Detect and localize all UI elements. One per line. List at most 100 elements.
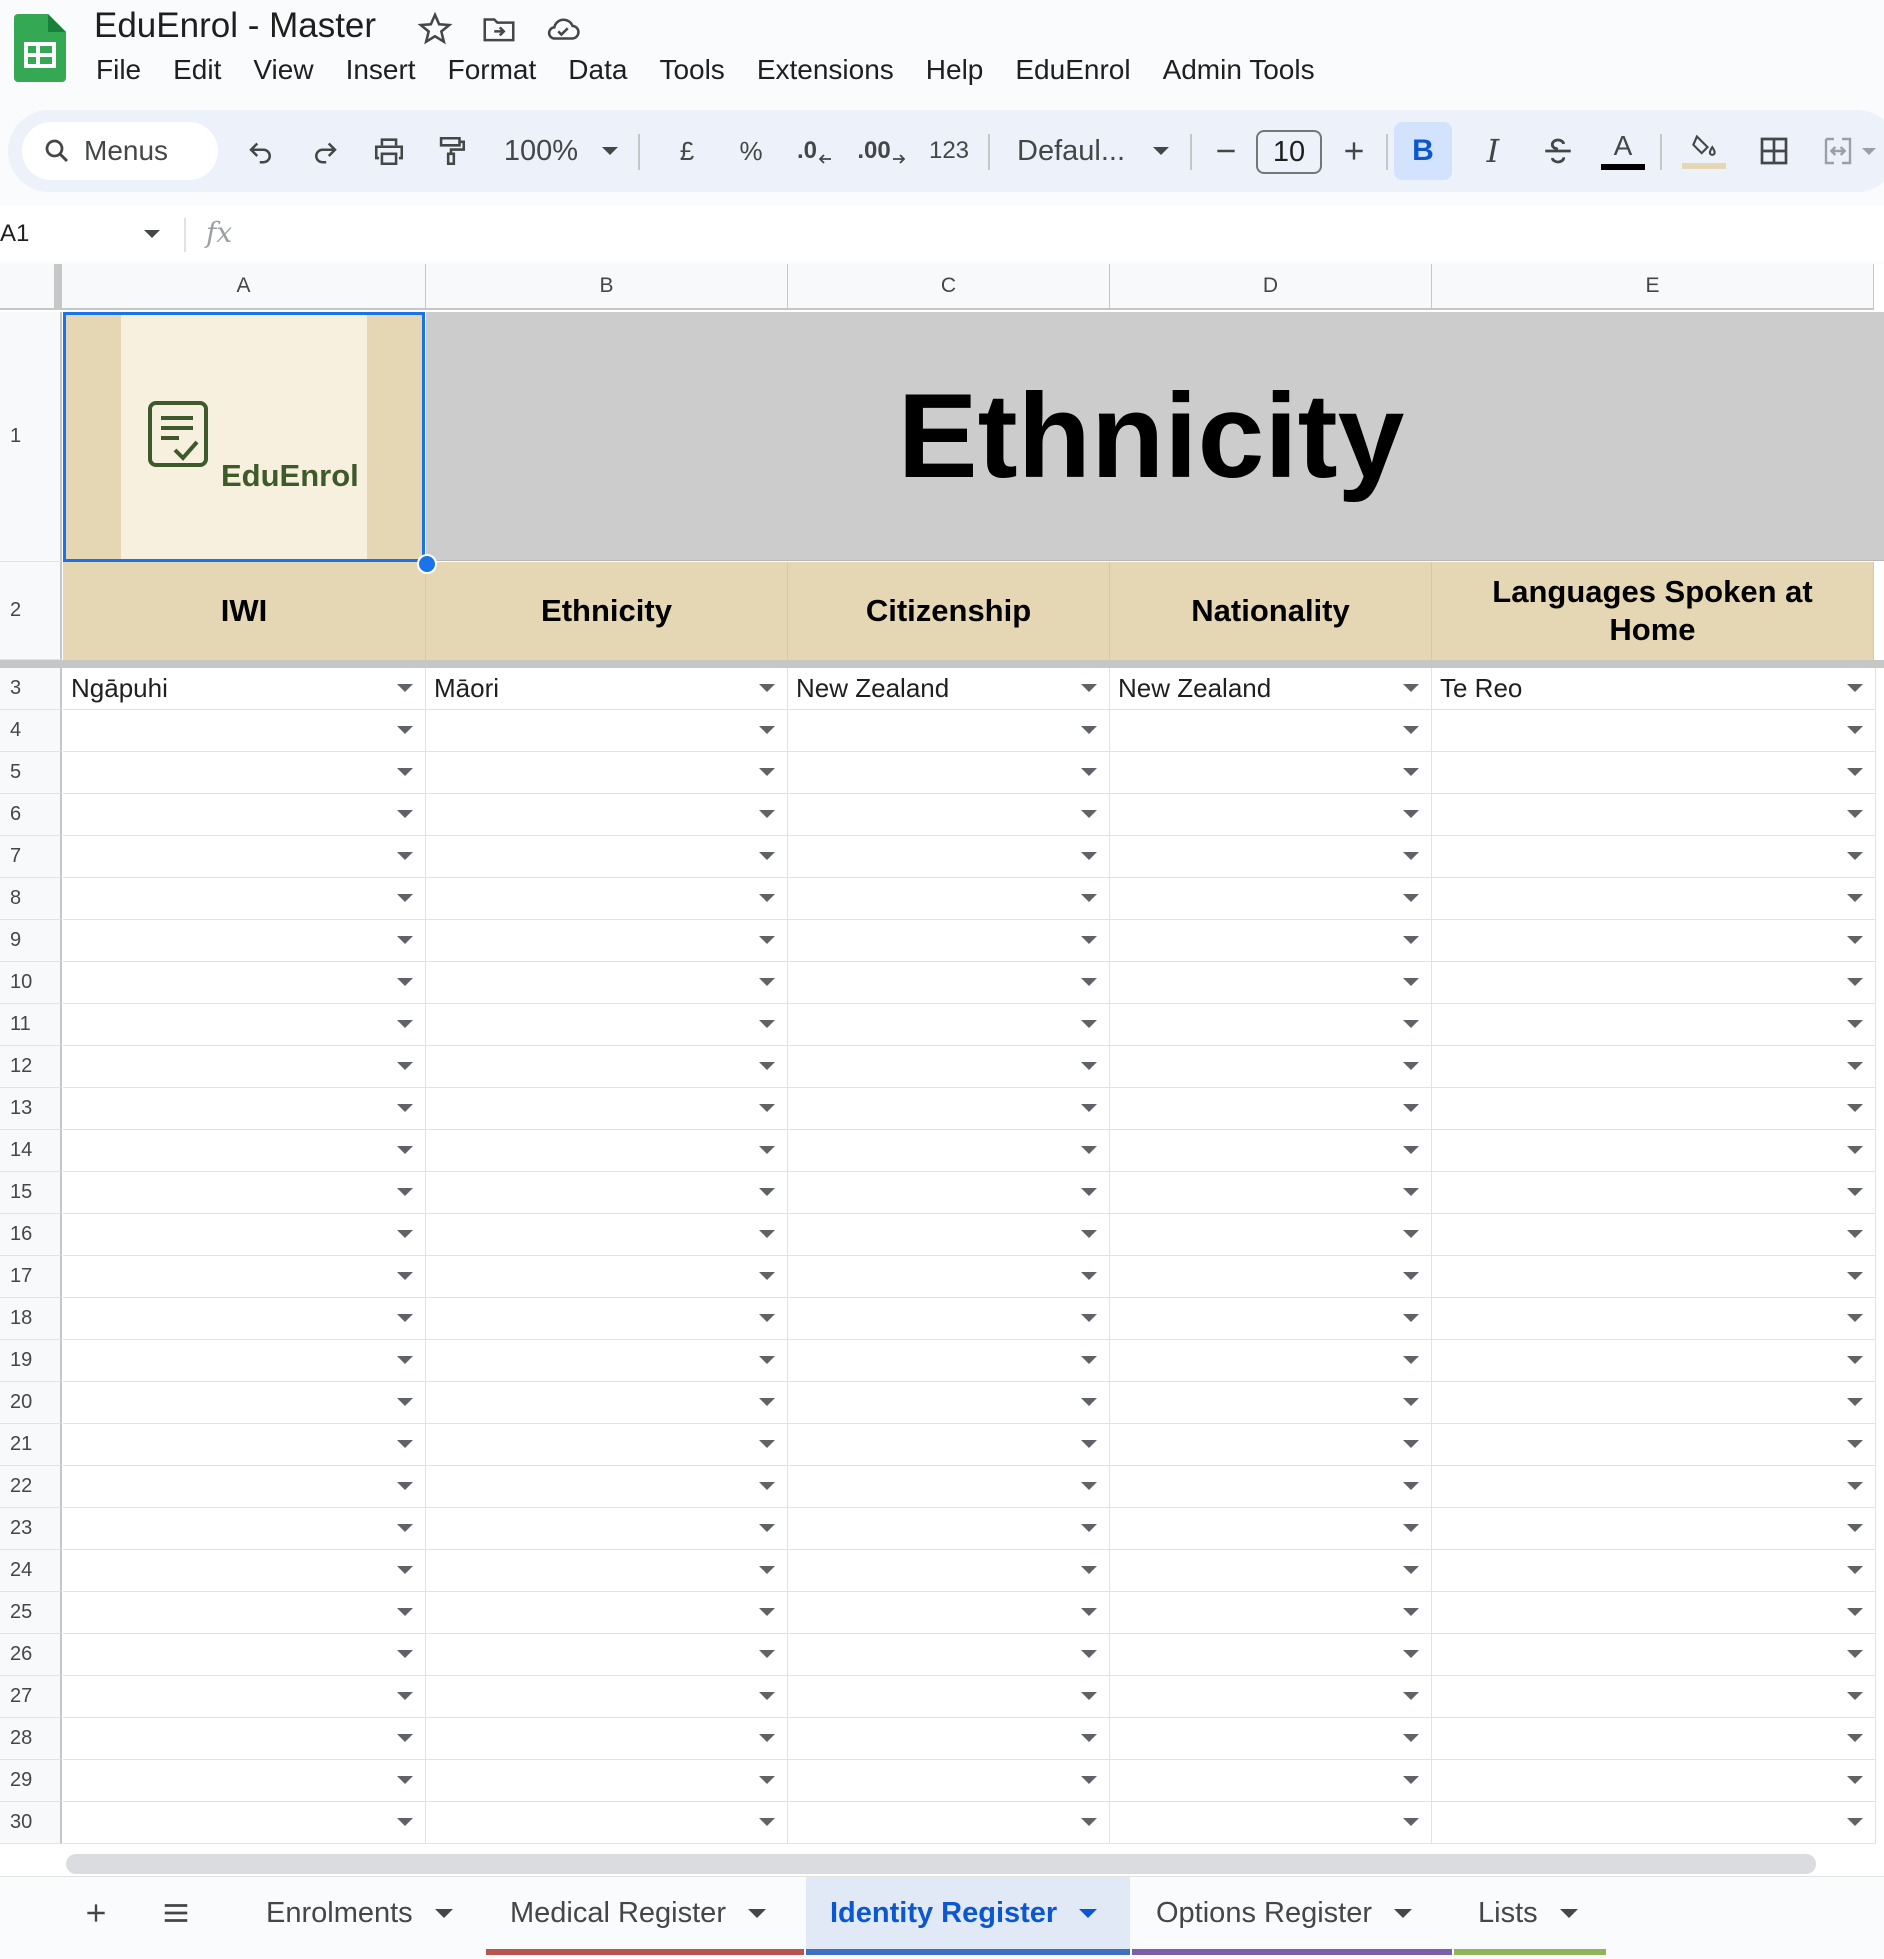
column-header-d[interactable]: D xyxy=(1110,264,1432,310)
dropdown-cell-ethnicity[interactable] xyxy=(426,1004,788,1046)
frozen-rows-divider[interactable] xyxy=(0,660,1884,668)
dropdown-arrow-icon[interactable] xyxy=(397,1524,413,1532)
dropdown-arrow-icon[interactable] xyxy=(1081,810,1097,818)
dropdown-arrow-icon[interactable] xyxy=(1081,1062,1097,1070)
header-cell-ethnicity[interactable]: Ethnicity xyxy=(426,562,788,660)
dropdown-arrow-icon[interactable] xyxy=(397,1482,413,1490)
dropdown-cell-citizenship[interactable] xyxy=(788,1214,1110,1256)
column-header-e[interactable]: E xyxy=(1432,264,1874,310)
menu-view[interactable]: View xyxy=(237,50,329,96)
dropdown-cell-nationality[interactable]: New Zealand xyxy=(1110,668,1432,710)
star-icon[interactable] xyxy=(416,10,454,48)
dropdown-cell-citizenship[interactable] xyxy=(788,1634,1110,1676)
dropdown-arrow-icon[interactable] xyxy=(759,726,775,734)
sheet-tab-lists[interactable]: Lists xyxy=(1454,1877,1606,1955)
dropdown-cell-citizenship[interactable] xyxy=(788,1424,1110,1466)
dropdown-arrow-icon[interactable] xyxy=(397,1020,413,1028)
dropdown-cell-citizenship[interactable] xyxy=(788,1298,1110,1340)
move-folder-icon[interactable] xyxy=(480,10,518,48)
dropdown-arrow-icon[interactable] xyxy=(1081,684,1097,692)
dropdown-cell-languages[interactable] xyxy=(1432,1592,1876,1634)
dropdown-arrow-icon[interactable] xyxy=(759,1062,775,1070)
dropdown-cell-nationality[interactable] xyxy=(1110,1382,1432,1424)
dropdown-arrow-icon[interactable] xyxy=(397,1272,413,1280)
dropdown-cell-citizenship[interactable] xyxy=(788,1046,1110,1088)
dropdown-arrow-icon[interactable] xyxy=(759,1146,775,1154)
menu-help[interactable]: Help xyxy=(910,50,1000,96)
dropdown-cell-nationality[interactable] xyxy=(1110,962,1432,1004)
borders-button[interactable] xyxy=(1748,110,1800,192)
increase-decimal-button[interactable]: .00 xyxy=(854,110,910,192)
fill-color-button[interactable] xyxy=(1676,110,1732,192)
dropdown-arrow-icon[interactable] xyxy=(1081,1566,1097,1574)
dropdown-arrow-icon[interactable] xyxy=(397,1188,413,1196)
dropdown-cell-iwi[interactable] xyxy=(63,1760,426,1802)
dropdown-cell-languages[interactable] xyxy=(1432,962,1876,1004)
dropdown-cell-languages[interactable] xyxy=(1432,1298,1876,1340)
dropdown-cell-nationality[interactable] xyxy=(1110,1424,1432,1466)
redo-button[interactable] xyxy=(300,110,350,192)
print-button[interactable] xyxy=(364,110,414,192)
dropdown-cell-citizenship[interactable] xyxy=(788,1718,1110,1760)
dropdown-arrow-icon[interactable] xyxy=(1403,936,1419,944)
dropdown-cell-nationality[interactable] xyxy=(1110,1592,1432,1634)
dropdown-arrow-icon[interactable] xyxy=(1081,1314,1097,1322)
dropdown-arrow-icon[interactable] xyxy=(1847,936,1863,944)
dropdown-arrow-icon[interactable] xyxy=(759,1608,775,1616)
dropdown-cell-nationality[interactable] xyxy=(1110,1256,1432,1298)
dropdown-cell-citizenship[interactable] xyxy=(788,1256,1110,1298)
dropdown-cell-ethnicity[interactable] xyxy=(426,1634,788,1676)
menu-extensions[interactable]: Extensions xyxy=(741,50,910,96)
italic-button[interactable]: I xyxy=(1468,110,1518,192)
dropdown-cell-citizenship[interactable] xyxy=(788,836,1110,878)
row-header-16[interactable]: 16 xyxy=(0,1214,62,1256)
dropdown-cell-citizenship[interactable] xyxy=(788,1088,1110,1130)
dropdown-cell-languages[interactable] xyxy=(1432,794,1876,836)
dropdown-arrow-icon[interactable] xyxy=(1081,1104,1097,1112)
dropdown-arrow-icon[interactable] xyxy=(397,768,413,776)
dropdown-cell-citizenship[interactable] xyxy=(788,1172,1110,1214)
dropdown-arrow-icon[interactable] xyxy=(1403,1650,1419,1658)
dropdown-cell-ethnicity[interactable] xyxy=(426,1214,788,1256)
dropdown-arrow-icon[interactable] xyxy=(397,852,413,860)
dropdown-cell-citizenship[interactable] xyxy=(788,1676,1110,1718)
dropdown-cell-citizenship[interactable] xyxy=(788,1508,1110,1550)
header-cell-iwi[interactable]: IWI xyxy=(63,562,426,660)
dropdown-arrow-icon[interactable] xyxy=(397,810,413,818)
dropdown-arrow-icon[interactable] xyxy=(759,1692,775,1700)
dropdown-arrow-icon[interactable] xyxy=(1403,768,1419,776)
dropdown-cell-iwi[interactable] xyxy=(63,1718,426,1760)
dropdown-arrow-icon[interactable] xyxy=(1403,1146,1419,1154)
sheets-logo-icon[interactable] xyxy=(14,14,66,82)
dropdown-cell-citizenship[interactable] xyxy=(788,1382,1110,1424)
dropdown-arrow-icon[interactable] xyxy=(1847,1818,1863,1826)
row-header-12[interactable]: 12 xyxy=(0,1046,62,1088)
paint-format-button[interactable] xyxy=(426,110,476,192)
row-header-30[interactable]: 30 xyxy=(0,1802,62,1844)
dropdown-cell-nationality[interactable] xyxy=(1110,1298,1432,1340)
name-box[interactable]: A1 xyxy=(0,220,29,248)
dropdown-arrow-icon[interactable] xyxy=(1403,1524,1419,1532)
dropdown-arrow-icon[interactable] xyxy=(1847,1272,1863,1280)
dropdown-cell-iwi[interactable] xyxy=(63,1676,426,1718)
dropdown-cell-citizenship[interactable] xyxy=(788,1802,1110,1844)
select-all-corner[interactable] xyxy=(0,264,62,310)
dropdown-cell-citizenship[interactable] xyxy=(788,1340,1110,1382)
dropdown-cell-ethnicity[interactable] xyxy=(426,794,788,836)
currency-format-button[interactable]: £ xyxy=(664,110,710,192)
row-header-29[interactable]: 29 xyxy=(0,1760,62,1802)
dropdown-cell-languages[interactable] xyxy=(1432,1004,1876,1046)
dropdown-arrow-icon[interactable] xyxy=(1847,1356,1863,1364)
dropdown-arrow-icon[interactable] xyxy=(1847,1608,1863,1616)
more-formats-button[interactable]: 123 xyxy=(918,110,980,192)
dropdown-cell-nationality[interactable] xyxy=(1110,1718,1432,1760)
dropdown-arrow-icon[interactable] xyxy=(759,1524,775,1532)
header-cell-citizenship[interactable]: Citizenship xyxy=(788,562,1110,660)
row-header-14[interactable]: 14 xyxy=(0,1130,62,1172)
menu-tools[interactable]: Tools xyxy=(643,50,740,96)
dropdown-arrow-icon[interactable] xyxy=(1403,1482,1419,1490)
dropdown-cell-citizenship[interactable]: New Zealand xyxy=(788,668,1110,710)
dropdown-arrow-icon[interactable] xyxy=(1081,1188,1097,1196)
dropdown-arrow-icon[interactable] xyxy=(759,1650,775,1658)
dropdown-arrow-icon[interactable] xyxy=(759,1398,775,1406)
